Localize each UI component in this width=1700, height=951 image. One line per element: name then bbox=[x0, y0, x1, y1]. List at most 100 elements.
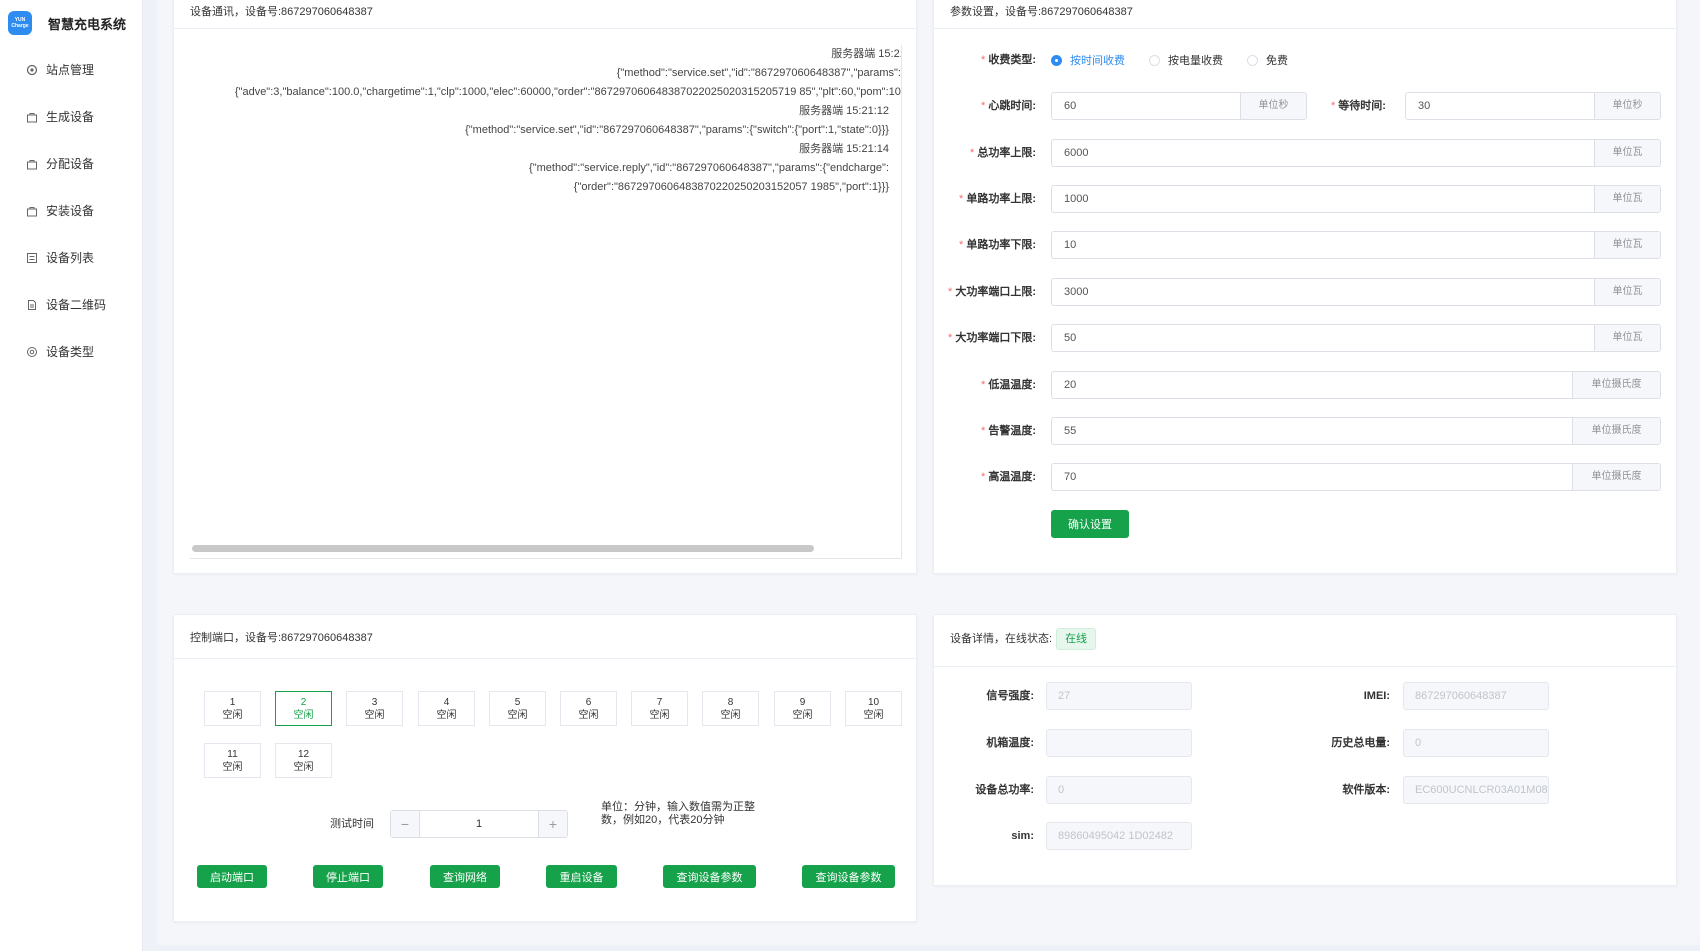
single-power-min-input[interactable]: 10 单位瓦 bbox=[1051, 231, 1661, 259]
fee-free-radio[interactable]: 免费 bbox=[1247, 52, 1288, 68]
sidebar-item-device-type[interactable]: 设备类型 bbox=[0, 328, 142, 375]
port-button[interactable]: 7 空闲 bbox=[631, 691, 688, 726]
start-port-button[interactable]: 启动端口 bbox=[197, 865, 267, 888]
param-row: * 大功率端口下限: 50 单位瓦 bbox=[934, 324, 1678, 352]
param-row: * 告警温度: 55 单位摄氏度 bbox=[934, 417, 1678, 445]
location-icon bbox=[26, 64, 38, 76]
sidebar-item-label: 设备类型 bbox=[46, 345, 95, 359]
test-time-stepper: − 1 + bbox=[390, 810, 568, 838]
confirm-settings-button[interactable]: 确认设置 bbox=[1051, 510, 1129, 538]
param-row: * 大功率端口上限: 3000 单位瓦 bbox=[934, 278, 1678, 306]
case-temp-field bbox=[1046, 729, 1192, 757]
test-time-input[interactable]: 1 bbox=[420, 811, 538, 837]
wait-time-label: * 等待时间: bbox=[1331, 100, 1386, 112]
comm-log: 服务器端 15:21:1 {"method":"service.set","id… bbox=[190, 45, 902, 559]
fee-type-radio-group: 按时间收费 按电量收费 免费 bbox=[1051, 46, 1312, 74]
alarm-temp-input[interactable]: 55 单位摄氏度 bbox=[1051, 417, 1661, 445]
document-icon bbox=[26, 299, 38, 311]
logo-row: YUN Charge 智慧充电系统 bbox=[0, 0, 142, 46]
details-title: 设备详情，在线状态: 在线 bbox=[934, 615, 1676, 667]
query-network-button[interactable]: 查询网络 bbox=[430, 865, 500, 888]
sidebar-item-qrcode[interactable]: 设备二维码 bbox=[0, 281, 142, 328]
param-row: * 总功率上限: 6000 单位瓦 bbox=[934, 139, 1678, 167]
param-label: * 总功率上限: bbox=[970, 147, 1036, 159]
app-logo: YUN Charge bbox=[8, 11, 32, 35]
stop-port-button[interactable]: 停止端口 bbox=[313, 865, 383, 888]
log-line: 服务器端 15:21:12 bbox=[799, 105, 889, 117]
fee-type-row: * 收费类型: 按时间收费 按电量收费 免费 bbox=[934, 46, 1678, 74]
port-button[interactable]: 6 空闲 bbox=[560, 691, 617, 726]
param-row: * 单路功率下限: 10 单位瓦 bbox=[934, 231, 1678, 259]
port-button[interactable]: 8 空闲 bbox=[702, 691, 759, 726]
param-label: * 单路功率下限: bbox=[959, 239, 1036, 251]
heartbeat-input[interactable]: 60 单位秒 bbox=[1051, 92, 1307, 120]
sidebar: YUN Charge 智慧充电系统 站点管理 生成设备 分配设备 安装设备 设备列… bbox=[0, 0, 143, 951]
sidebar-menu: 站点管理 生成设备 分配设备 安装设备 设备列表 设备二维码 设备类型 bbox=[0, 46, 142, 375]
software-version-field: EC600UCNLCR03A01M08 bbox=[1403, 776, 1549, 804]
low-temp-input[interactable]: 20 单位摄氏度 bbox=[1051, 371, 1661, 399]
param-row: * 高温温度: 70 单位摄氏度 bbox=[934, 463, 1678, 491]
total-power-field: 0 bbox=[1046, 776, 1192, 804]
case-temp-label: 机箱温度: bbox=[986, 737, 1034, 749]
port-button[interactable]: 12 空闲 bbox=[275, 743, 332, 778]
high-power-port-min-input[interactable]: 50 单位瓦 bbox=[1051, 324, 1661, 352]
high-power-port-max-input[interactable]: 3000 单位瓦 bbox=[1051, 278, 1661, 306]
fee-by-energy-radio[interactable]: 按电量收费 bbox=[1149, 52, 1223, 68]
log-line: {"method":"service.set","id":"8672970606… bbox=[616, 67, 901, 79]
history-energy-field: 0 bbox=[1403, 729, 1549, 757]
details-card: 设备详情，在线状态: 在线 信号强度: 27 IMEI: 867297060648… bbox=[933, 614, 1677, 886]
sidebar-item-label: 生成设备 bbox=[46, 110, 95, 124]
sidebar-item-generate[interactable]: 生成设备 bbox=[0, 93, 142, 140]
imei-label: IMEI: bbox=[1363, 690, 1390, 702]
port-button[interactable]: 3 空闲 bbox=[346, 691, 403, 726]
sidebar-item-install[interactable]: 安装设备 bbox=[0, 187, 142, 234]
increment-button[interactable]: + bbox=[538, 811, 567, 837]
heartbeat-label: * 心跳时间: bbox=[981, 100, 1036, 112]
settings-icon bbox=[26, 346, 38, 358]
param-label: * 大功率端口上限: bbox=[948, 286, 1036, 298]
total-power-label: 设备总功率: bbox=[975, 784, 1034, 796]
query-device-params-button-2[interactable]: 查询设备参数 bbox=[802, 865, 895, 888]
comm-title: 设备通讯，设备号:867297060648387 bbox=[174, 0, 916, 29]
software-version-label: 软件版本: bbox=[1342, 784, 1390, 796]
sim-label: sim: bbox=[1011, 830, 1034, 842]
single-power-max-input[interactable]: 1000 单位瓦 bbox=[1051, 185, 1661, 213]
port-button[interactable]: 11 空闲 bbox=[204, 743, 261, 778]
sidebar-item-label: 站点管理 bbox=[46, 63, 95, 77]
param-row: * 低温温度: 20 单位摄氏度 bbox=[934, 371, 1678, 399]
sidebar-item-assign[interactable]: 分配设备 bbox=[0, 140, 142, 187]
port-button[interactable]: 1 空闲 bbox=[204, 691, 261, 726]
param-label: * 告警温度: bbox=[981, 425, 1036, 437]
signal-label: 信号强度: bbox=[986, 690, 1034, 702]
param-label: * 高温温度: bbox=[981, 471, 1036, 483]
sidebar-item-label: 设备列表 bbox=[46, 251, 95, 265]
log-line: {"adve":3,"balance":100.0,"chargetime":1… bbox=[234, 86, 902, 98]
params-title: 参数设置，设备号:867297060648387 bbox=[934, 0, 1676, 29]
total-power-max-input[interactable]: 6000 单位瓦 bbox=[1051, 139, 1661, 167]
port-button[interactable]: 5 空闲 bbox=[489, 691, 546, 726]
heartbeat-unit: 单位秒 bbox=[1240, 93, 1306, 119]
bag-icon bbox=[26, 111, 38, 123]
params-card: 参数设置，设备号:867297060648387 * 收费类型: 按时间收费 按电… bbox=[933, 0, 1677, 574]
fee-by-time-radio[interactable]: 按时间收费 bbox=[1051, 52, 1125, 68]
high-temp-input[interactable]: 70 单位摄氏度 bbox=[1051, 463, 1661, 491]
port-button-selected[interactable]: 2 空闲 bbox=[275, 691, 332, 726]
restart-device-button[interactable]: 重启设备 bbox=[546, 865, 617, 888]
log-line: 服务器端 15:21:1 bbox=[831, 48, 901, 60]
sidebar-item-label: 分配设备 bbox=[46, 157, 95, 171]
wait-time-input[interactable]: 30 单位秒 bbox=[1405, 92, 1661, 120]
history-energy-label: 历史总电量: bbox=[1331, 737, 1390, 749]
sidebar-item-label: 设备二维码 bbox=[46, 298, 107, 312]
query-device-params-button[interactable]: 查询设备参数 bbox=[663, 865, 756, 888]
port-button[interactable]: 9 空闲 bbox=[774, 691, 831, 726]
bag-icon bbox=[26, 158, 38, 170]
wait-time-unit: 单位秒 bbox=[1594, 93, 1660, 119]
sidebar-item-device-list[interactable]: 设备列表 bbox=[0, 234, 142, 281]
param-label: * 大功率端口下限: bbox=[948, 332, 1036, 344]
decrement-button[interactable]: − bbox=[391, 811, 420, 837]
log-horizontal-scrollbar[interactable] bbox=[192, 545, 814, 552]
sidebar-item-sites[interactable]: 站点管理 bbox=[0, 46, 142, 93]
port-button[interactable]: 4 空闲 bbox=[418, 691, 475, 726]
port-button[interactable]: 10 空闲 bbox=[845, 691, 902, 726]
sidebar-item-label: 安装设备 bbox=[46, 204, 95, 218]
